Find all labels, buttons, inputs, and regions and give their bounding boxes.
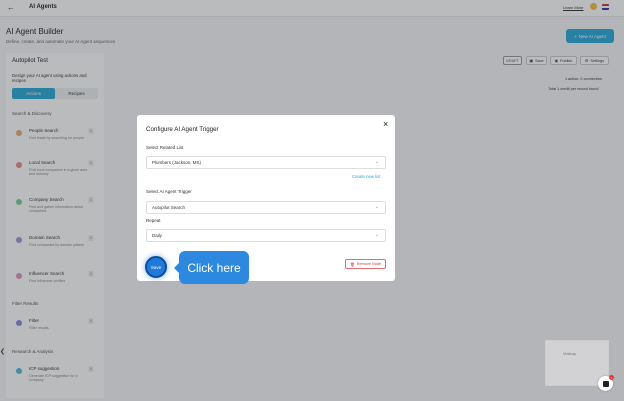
repeat-value: Daily: [152, 233, 163, 238]
chat-badge: 1: [609, 375, 614, 380]
related-list-select[interactable]: Plumbers (Jackson, MS) ⌄: [146, 156, 386, 169]
chat-button[interactable]: 1: [598, 375, 614, 391]
trigger-label: Select AI Agent Trigger: [146, 189, 192, 194]
save-button[interactable]: Save: [145, 256, 167, 278]
collapse-arrow-icon[interactable]: ❮: [0, 348, 5, 355]
trigger-select[interactable]: Autopilot Search ⌄: [146, 201, 386, 214]
trigger-value: Autopilot Search: [152, 205, 186, 210]
chat-icon: [602, 380, 609, 387]
trash-icon: 🗑: [349, 262, 355, 267]
remove-node-button[interactable]: 🗑 Remove Node: [345, 259, 386, 269]
minimap-label: Minimap: [563, 352, 577, 356]
repeat-label: Repeat: [146, 218, 161, 223]
click-here-tooltip: Click here: [174, 251, 249, 284]
configure-trigger-modal: Configure AI Agent Trigger × Select Rela…: [137, 115, 395, 281]
chevron-down-icon: ⌄: [374, 232, 379, 238]
modal-title: Configure AI Agent Trigger: [146, 126, 219, 133]
chevron-down-icon: ⌄: [374, 204, 379, 210]
remove-node-label: Remove Node: [356, 262, 382, 266]
related-list-label: Select Related List: [146, 145, 184, 150]
create-new-list-link[interactable]: Create new list: [352, 174, 380, 179]
close-icon[interactable]: ×: [383, 119, 388, 129]
related-list-value: Plumbers (Jackson, MS): [152, 160, 202, 165]
repeat-select[interactable]: Daily ⌄: [146, 229, 386, 242]
chevron-down-icon: ⌄: [374, 159, 379, 165]
